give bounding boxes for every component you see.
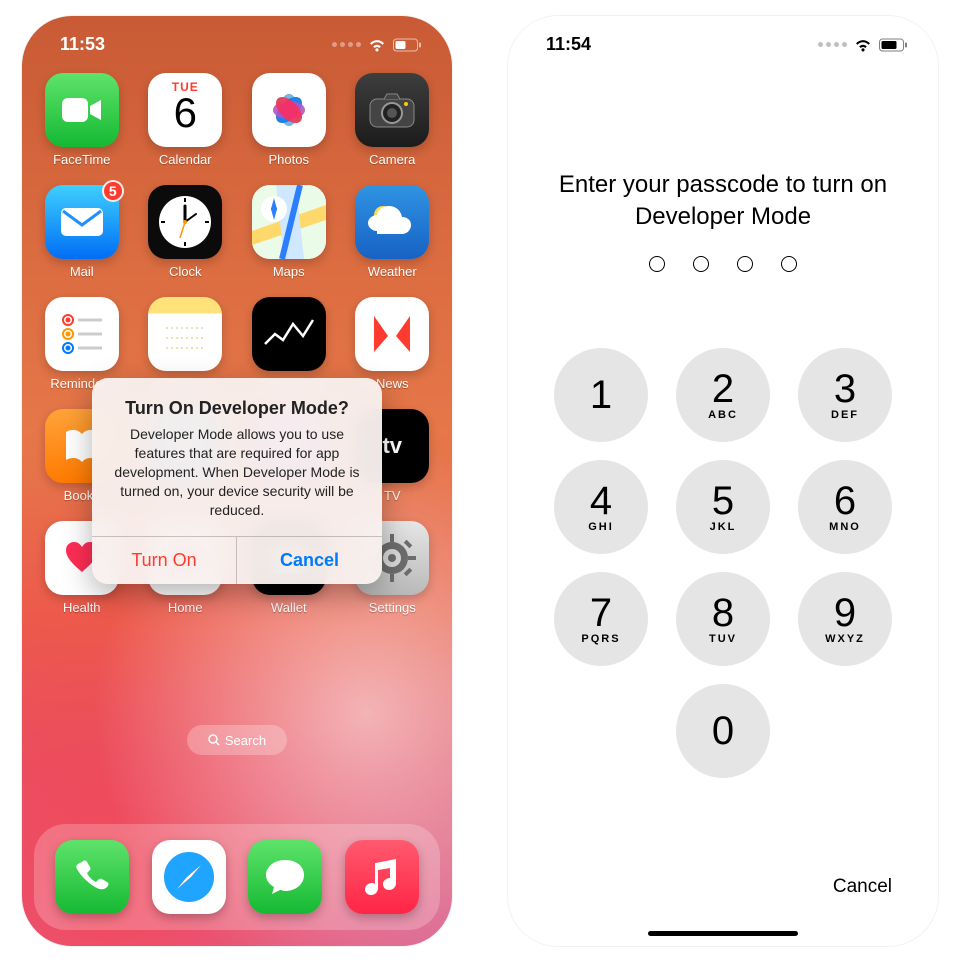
keypad-3[interactable]: 3DEF — [798, 348, 892, 442]
keypad-digit: 5 — [712, 481, 734, 521]
developer-mode-alert: Turn On Developer Mode? Developer Mode a… — [92, 378, 382, 583]
cellular-dots-icon — [818, 42, 847, 47]
keypad-7[interactable]: 7PQRS — [554, 572, 648, 666]
battery-icon — [879, 38, 908, 52]
alert-mask: Turn On Developer Mode? Developer Mode a… — [22, 16, 452, 946]
keypad-8[interactable]: 8TUV — [676, 572, 770, 666]
phone-passcode-screen: 11:54 Enter your passcode to turn on Dev… — [508, 16, 938, 946]
keypad-letters: DEF — [831, 409, 859, 421]
keypad-letters: PQRS — [581, 633, 620, 645]
keypad-letters: TUV — [709, 633, 737, 645]
keypad-digit: 4 — [590, 481, 612, 521]
keypad-4[interactable]: 4GHI — [554, 460, 648, 554]
passcode-cancel-button[interactable]: Cancel — [508, 876, 938, 898]
keypad-letters: WXYZ — [825, 633, 865, 645]
keypad-letters: ABC — [708, 409, 738, 421]
status-time: 11:54 — [546, 34, 591, 55]
status-bar: 11:54 — [508, 16, 938, 61]
alert-turn-on-button[interactable]: Turn On — [92, 537, 237, 584]
keypad-digit: 1 — [590, 375, 612, 415]
passcode-dot — [649, 256, 665, 272]
passcode-dot — [737, 256, 753, 272]
keypad-digit: 0 — [712, 711, 734, 751]
passcode-dot — [693, 256, 709, 272]
keypad-letters: JKL — [710, 521, 737, 533]
keypad-0[interactable]: 0 — [676, 684, 770, 778]
passcode-prompt: Enter your passcode to turn on Developer… — [508, 169, 938, 234]
keypad-digit: 6 — [834, 481, 856, 521]
keypad-5[interactable]: 5JKL — [676, 460, 770, 554]
alert-message: Developer Mode allows you to use feature… — [110, 425, 364, 519]
keypad-letters: MNO — [829, 521, 861, 533]
passcode-dot — [781, 256, 797, 272]
keypad-1[interactable]: 1 — [554, 348, 648, 442]
wifi-icon — [853, 38, 873, 52]
keypad-digit: 2 — [712, 369, 734, 409]
keypad-digit: 8 — [712, 593, 734, 633]
keypad-digit: 9 — [834, 593, 856, 633]
keypad-6[interactable]: 6MNO — [798, 460, 892, 554]
keypad-letters: GHI — [588, 521, 614, 533]
phone-home-screen: 11:53 FaceTime TUE — [22, 16, 452, 946]
keypad-digit: 3 — [834, 369, 856, 409]
keypad: 1 2ABC 3DEF 4GHI 5JKL 6MNO 7PQRS 8TUV 9W… — [508, 348, 938, 778]
passcode-dots — [508, 256, 938, 272]
keypad-9[interactable]: 9WXYZ — [798, 572, 892, 666]
keypad-2[interactable]: 2ABC — [676, 348, 770, 442]
alert-cancel-button[interactable]: Cancel — [237, 537, 382, 584]
alert-title: Turn On Developer Mode? — [110, 398, 364, 419]
home-indicator[interactable] — [648, 931, 798, 936]
keypad-digit: 7 — [590, 593, 612, 633]
